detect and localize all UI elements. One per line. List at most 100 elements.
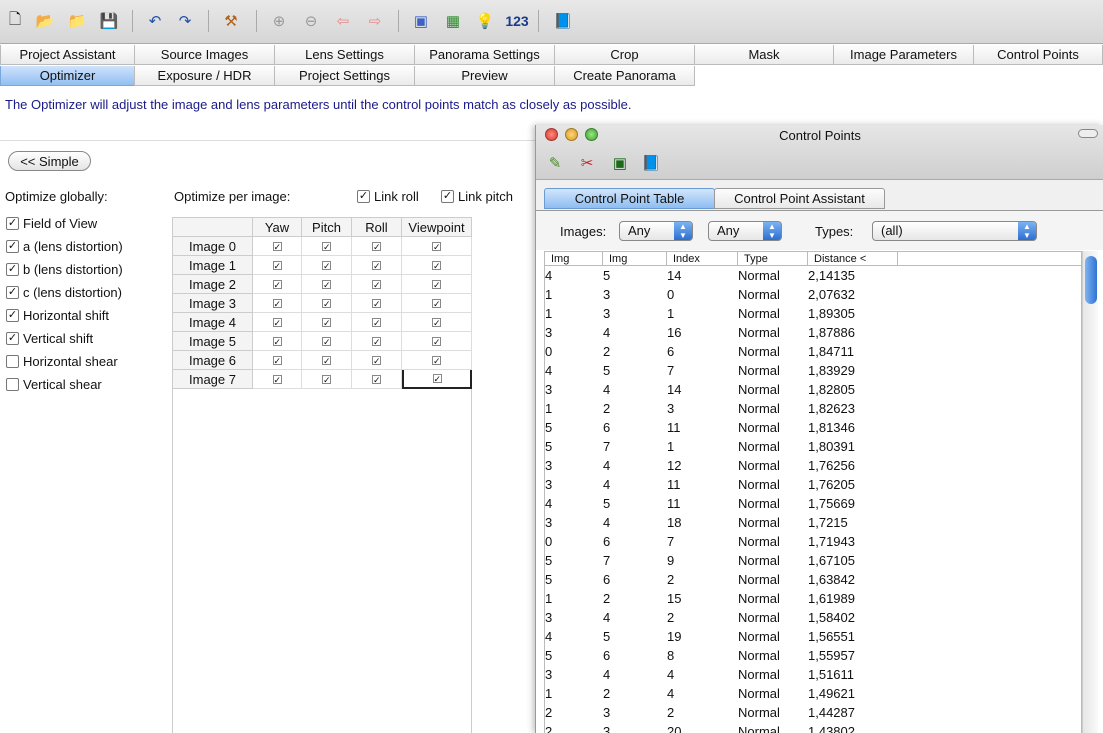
optimize-cell[interactable]: ✓ [253,275,302,294]
checkbox[interactable]: ✓ [272,355,282,365]
link-pitch-checkbox[interactable]: ✓ Link pitch [441,189,513,204]
checkbox[interactable]: ✓ [322,260,331,270]
toolbar-toggle-button[interactable] [1078,129,1098,138]
optimize-cell[interactable]: ✓ [402,237,472,256]
checkbox[interactable]: ✓ [372,279,381,289]
table-row[interactable]: 5 7 1 Normal 1,80391 [545,437,1081,456]
checkbox[interactable]: ✓ [357,190,370,203]
optimize-cell[interactable]: ✓ [352,313,402,332]
table-row[interactable]: 5 6 8 Normal 1,55957 [545,646,1081,665]
global-option-vertical-shift[interactable]: ✓ Vertical shift [6,331,93,346]
optimize-cell[interactable]: ✓ [302,351,352,370]
tab-optimizer[interactable]: Optimizer [0,66,135,86]
tab-exposure-hdr[interactable]: Exposure / HDR [134,66,275,86]
tab-crop[interactable]: Crop [554,45,695,65]
zoom-out-icon[interactable]: ⊖ [300,10,322,32]
col-header-img-1[interactable]: Img [545,252,603,266]
col-header-index[interactable]: Index [667,252,738,266]
checkbox[interactable]: ✓ [432,374,442,384]
optimize-cell[interactable]: ✓ [302,237,352,256]
checkbox[interactable]: ✓ [6,217,19,230]
optimize-cell[interactable]: ✓ [302,275,352,294]
types-filter-select[interactable]: (all) ▲ ▼ [872,221,1037,241]
checkbox[interactable]: ✓ [372,317,381,327]
optimize-cell[interactable]: ✓ [302,332,352,351]
table-row[interactable]: 3 4 18 Normal 1,7215 [545,513,1081,532]
tab-mask[interactable]: Mask [694,45,834,65]
zoom-in-icon[interactable]: ⊕ [268,10,290,32]
col-header-roll[interactable]: Roll [352,218,402,237]
optimize-cell[interactable]: ✓ [352,275,402,294]
checkbox[interactable]: ✓ [322,336,331,346]
optimize-cell[interactable]: ✓ [402,275,472,294]
checkbox[interactable]: ✓ [322,374,331,384]
table-row[interactable]: 2 3 2 Normal 1,44287 [545,703,1081,722]
number-icon[interactable]: 123 [502,10,532,32]
checkbox[interactable] [6,355,19,368]
images-filter-a-select[interactable]: Any ▲ ▼ [619,221,693,241]
tab-control-points[interactable]: Control Points [973,45,1103,65]
window-icon[interactable]: ▣ [609,152,631,174]
checkbox[interactable]: ✓ [6,332,19,345]
tab-preview[interactable]: Preview [414,66,555,86]
lightbulb-icon[interactable]: 💡 [474,10,496,32]
cp-table-scrollbar[interactable] [1082,251,1098,733]
optimize-cell[interactable]: ✓ [402,351,472,370]
table-row[interactable]: 1 2 4 Normal 1,49621 [545,684,1081,703]
optimize-cell[interactable]: ✓ [253,370,302,389]
tab-panorama-settings[interactable]: Panorama Settings [414,45,555,65]
global-option-horizontal-shift[interactable]: ✓ Horizontal shift [6,308,109,323]
undo-icon[interactable]: ↶ [144,10,166,32]
optimize-cell[interactable]: ✓ [253,313,302,332]
global-option-a[interactable]: ✓ a (lens distortion) [6,239,123,254]
table-row[interactable]: 5 6 11 Normal 1,81346 [545,418,1081,437]
tools-icon[interactable]: ⚒ [220,10,242,32]
optimize-cell[interactable]: ✓ [302,370,352,389]
global-option-fov[interactable]: ✓ Field of View [6,216,97,231]
table-row[interactable]: 3 4 14 Normal 1,82805 [545,380,1081,399]
checkbox[interactable]: ✓ [272,317,282,327]
checkbox[interactable]: ✓ [6,286,19,299]
checkbox[interactable]: ✓ [432,336,441,346]
optimize-cell[interactable]: ✓ [302,313,352,332]
scrollbar-thumb[interactable] [1085,256,1097,304]
optimize-cell[interactable]: ✓ [302,256,352,275]
table-row[interactable]: 5 7 9 Normal 1,67105 [545,551,1081,570]
optimize-cell[interactable]: ✓ [352,332,402,351]
col-header-yaw[interactable]: Yaw [253,218,302,237]
optimize-cell[interactable]: ✓ [253,332,302,351]
table-row[interactable]: 4 5 14 Normal 2,14135 [545,266,1081,285]
tab-lens-settings[interactable]: Lens Settings [274,45,415,65]
table-row[interactable]: 1 3 0 Normal 2,07632 [545,285,1081,304]
global-option-horizontal-shear[interactable]: Horizontal shear [6,354,118,369]
table-row[interactable]: 4 5 19 Normal 1,56551 [545,627,1081,646]
checkbox[interactable]: ✓ [432,241,441,251]
checkbox[interactable]: ✓ [372,260,381,270]
save-icon[interactable]: 💾 [98,10,120,32]
table-row[interactable]: 1 2 15 Normal 1,61989 [545,589,1081,608]
tab-control-point-assistant[interactable]: Control Point Assistant [714,188,885,209]
checkbox[interactable]: ✓ [432,317,441,327]
optimize-cell[interactable]: ✓ [352,237,402,256]
checkbox[interactable]: ✓ [6,263,19,276]
checkbox[interactable]: ✓ [432,355,441,365]
book-icon[interactable]: 📘 [640,152,662,174]
table-row[interactable]: 0 2 6 Normal 1,84711 [545,342,1081,361]
checkbox[interactable]: ✓ [432,298,441,308]
table-row[interactable]: 3 4 16 Normal 1,87886 [545,323,1081,342]
checkbox[interactable]: ✓ [272,260,282,270]
table-row[interactable]: 2 3 20 Normal 1,43802 [545,722,1081,733]
open-template-icon[interactable]: 📁 [66,10,88,32]
table-row[interactable]: 3 4 2 Normal 1,58402 [545,608,1081,627]
redo-icon[interactable]: ↷ [174,10,196,32]
images-filter-b-select[interactable]: Any ▲ ▼ [708,221,782,241]
link-roll-checkbox[interactable]: ✓ Link roll [357,189,419,204]
next-icon[interactable]: ⇨ [364,10,386,32]
checkbox[interactable]: ✓ [6,309,19,322]
checkbox[interactable]: ✓ [322,298,331,308]
checkbox[interactable]: ✓ [372,355,381,365]
optimize-cell[interactable]: ✓ [352,294,402,313]
global-option-vertical-shear[interactable]: Vertical shear [6,377,102,392]
tab-create-panorama[interactable]: Create Panorama [554,66,695,86]
tab-control-point-table[interactable]: Control Point Table [544,188,715,209]
